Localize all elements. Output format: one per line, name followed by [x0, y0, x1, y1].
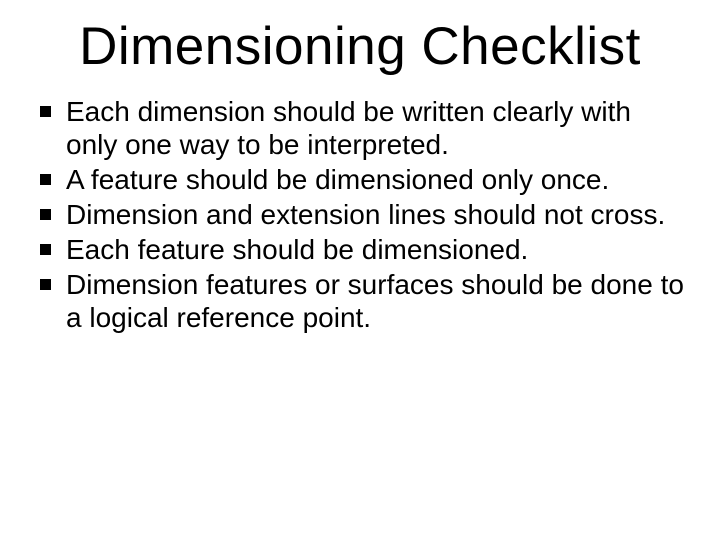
list-item: Each dimension should be written clearly… [36, 95, 684, 161]
list-item: Dimension features or surfaces should be… [36, 268, 684, 334]
list-item: Each feature should be dimensioned. [36, 233, 684, 266]
checklist: Each dimension should be written clearly… [28, 95, 692, 334]
list-item: Dimension and extension lines should not… [36, 198, 684, 231]
list-item: A feature should be dimensioned only onc… [36, 163, 684, 196]
page-title: Dimensioning Checklist [28, 16, 692, 77]
slide: Dimensioning Checklist Each dimension sh… [0, 0, 720, 540]
